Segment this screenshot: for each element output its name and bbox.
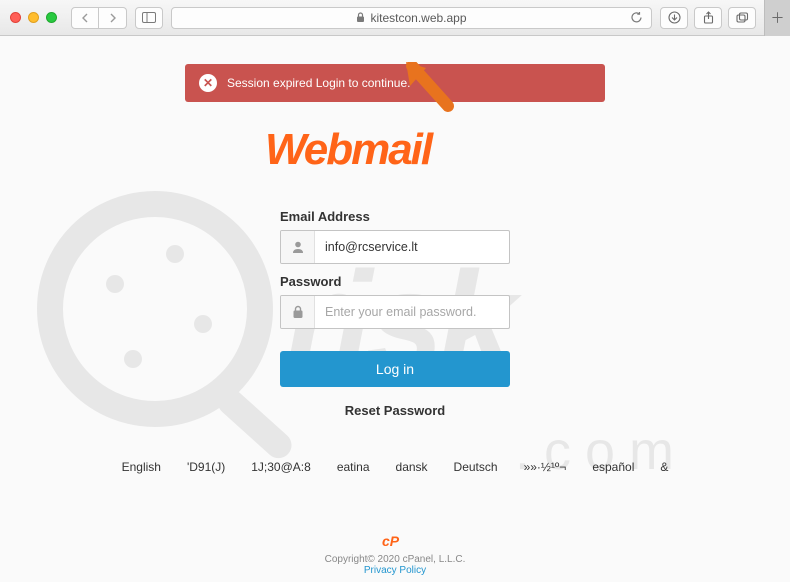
lock-icon xyxy=(356,12,365,23)
lang-option[interactable]: español xyxy=(592,460,634,474)
address-bar[interactable]: kitestcon.web.app xyxy=(171,7,652,29)
close-icon[interactable] xyxy=(10,12,21,23)
password-label: Password xyxy=(280,274,510,289)
email-field-wrap xyxy=(280,230,510,264)
url-text: kitestcon.web.app xyxy=(370,11,466,25)
lang-option[interactable]: & xyxy=(660,460,668,474)
maximize-icon[interactable] xyxy=(46,12,57,23)
login-button[interactable]: Log in xyxy=(280,351,510,387)
password-field-wrap xyxy=(280,295,510,329)
lang-option[interactable]: Deutsch xyxy=(454,460,498,474)
downloads-button[interactable] xyxy=(660,7,688,29)
lang-option[interactable]: eatina xyxy=(337,460,370,474)
user-icon xyxy=(281,231,315,263)
email-input[interactable] xyxy=(315,231,509,263)
language-list: English 'D91(J) 1J;30@A:8 eatina dansk D… xyxy=(75,460,715,474)
password-input[interactable] xyxy=(315,296,509,328)
tabs-button[interactable] xyxy=(728,7,756,29)
lock-icon xyxy=(281,296,315,328)
new-tab-button[interactable]: ＋ xyxy=(764,0,790,36)
reload-button[interactable] xyxy=(623,8,649,28)
lang-option[interactable]: dansk xyxy=(396,460,428,474)
lang-option[interactable]: 'D91(J) xyxy=(187,460,225,474)
alert-icon: ✕ xyxy=(199,74,217,92)
lang-option[interactable]: English xyxy=(122,460,161,474)
toolbar-right xyxy=(660,7,756,29)
window-controls xyxy=(10,12,57,23)
minimize-icon[interactable] xyxy=(28,12,39,23)
alert-banner: ✕ Session expired Login to continue. xyxy=(185,64,605,102)
lang-option[interactable]: »»·½¹º¬ xyxy=(524,460,567,474)
login-form: Email Address Password Log in Reset Pass… xyxy=(280,199,510,418)
nav-buttons xyxy=(71,7,127,29)
page-footer: cP Copyright© 2020 cPanel, L.L.C. Privac… xyxy=(0,533,790,576)
alert-text: Session expired Login to continue. xyxy=(227,76,410,90)
reset-password-link[interactable]: Reset Password xyxy=(280,403,510,418)
svg-text:cP: cP xyxy=(382,533,400,549)
login-panel: ✕ Session expired Login to continue. Web… xyxy=(185,64,605,474)
browser-toolbar: kitestcon.web.app ＋ xyxy=(0,0,790,36)
email-label: Email Address xyxy=(280,209,510,224)
privacy-link[interactable]: Privacy Policy xyxy=(364,565,426,576)
svg-text:Webmail: Webmail xyxy=(265,125,434,174)
lang-option[interactable]: 1J;30@A:8 xyxy=(251,460,311,474)
page-content: risk .com ✕ Session expired Login to con… xyxy=(0,36,790,582)
webmail-logo: Webmail xyxy=(265,122,525,181)
forward-button[interactable] xyxy=(99,7,127,29)
sidebar-toggle-button[interactable] xyxy=(135,7,163,29)
back-button[interactable] xyxy=(71,7,99,29)
copyright-text: Copyright© 2020 cPanel, L.L.C. xyxy=(0,554,790,565)
share-button[interactable] xyxy=(694,7,722,29)
cpanel-logo: cP xyxy=(0,533,790,552)
